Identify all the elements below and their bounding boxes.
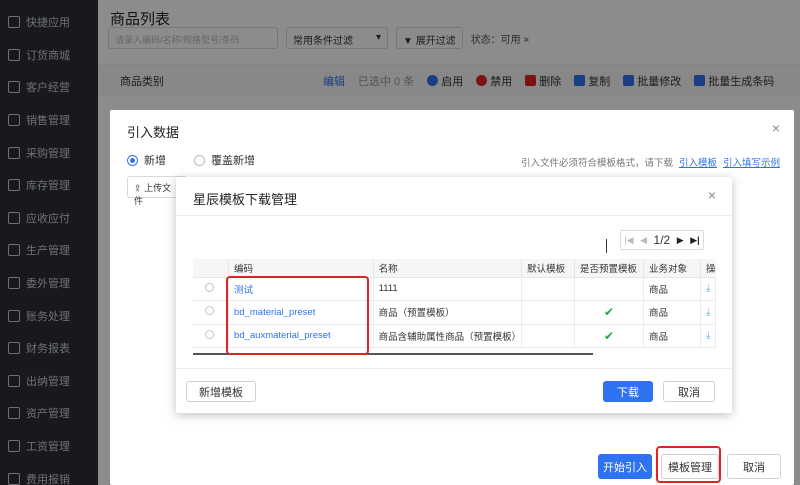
highlight-code-column bbox=[226, 276, 369, 355]
template-name: 1111 bbox=[373, 277, 523, 301]
preset-cell bbox=[574, 277, 645, 301]
template-link[interactable]: 引入模板 bbox=[679, 158, 717, 169]
table-header: 编码 名称 默认模板 是否预置模板 业务对象 操 bbox=[193, 259, 716, 278]
pagination: |◀ ◀ 1/2 ▶ ▶| bbox=[620, 230, 704, 250]
text-cursor bbox=[606, 239, 607, 253]
highlight-template-manage bbox=[656, 446, 721, 483]
business-object: 商品 bbox=[643, 277, 701, 301]
download-icon[interactable]: ⤓ bbox=[706, 307, 710, 318]
import-hint: 引入文件必须符合模板格式，请下载 引入模板 引入填写示例 bbox=[521, 155, 780, 169]
default-flag bbox=[521, 324, 575, 348]
radio-new-label: 新增 bbox=[144, 155, 166, 167]
table-cell bbox=[193, 324, 230, 348]
download-icon[interactable]: ⤓ bbox=[706, 330, 710, 341]
column-header: 操 bbox=[700, 259, 716, 278]
page-indicator: 1/2 bbox=[653, 233, 671, 247]
import-mode-radios: 新增 覆盖新增 bbox=[127, 152, 255, 168]
example-link[interactable]: 引入填写示例 bbox=[723, 158, 780, 169]
next-page-icon[interactable]: ▶ bbox=[677, 235, 684, 246]
template-name: 商品含辅助属性商品（预置模板） bbox=[373, 324, 523, 348]
default-flag bbox=[521, 300, 575, 325]
business-object: 商品 bbox=[643, 300, 701, 325]
radio-new[interactable] bbox=[127, 154, 138, 166]
select-column-header bbox=[193, 259, 230, 278]
import-hint-text: 引入文件必须符合模板格式，请下载 bbox=[520, 158, 673, 169]
template-name: 商品（预置模板） bbox=[373, 300, 523, 325]
upload-icon: ⇪ bbox=[134, 183, 142, 193]
start-import-button[interactable]: 开始引入 bbox=[598, 454, 652, 479]
table-cell: ⤓ bbox=[700, 277, 717, 301]
download-icon[interactable]: ⤓ bbox=[706, 283, 710, 294]
column-header: 默认模板 bbox=[521, 259, 575, 278]
first-page-icon[interactable]: |◀ bbox=[624, 235, 633, 246]
new-template-button[interactable]: 新增模板 bbox=[186, 381, 256, 402]
business-object: 商品 bbox=[643, 324, 701, 348]
check-icon: ✔ bbox=[603, 328, 615, 343]
template-cancel-button[interactable]: 取消 bbox=[663, 381, 715, 402]
radio-overwrite-label: 覆盖新增 bbox=[211, 155, 255, 167]
preset-cell: ✔ bbox=[574, 300, 645, 325]
table-cell: ⤓ bbox=[700, 324, 717, 348]
prev-page-icon[interactable]: ◀ bbox=[640, 235, 647, 246]
row-radio[interactable] bbox=[205, 329, 214, 339]
close-icon[interactable]: × bbox=[708, 187, 716, 203]
template-dialog-title: 星辰模板下载管理 bbox=[193, 192, 298, 207]
row-radio[interactable] bbox=[205, 306, 214, 316]
column-header: 业务对象 bbox=[643, 259, 701, 278]
default-flag bbox=[521, 277, 575, 301]
divider bbox=[176, 368, 732, 369]
import-dialog-title: 引入数据 bbox=[127, 125, 180, 140]
last-page-icon[interactable]: ▶| bbox=[690, 235, 699, 246]
divider bbox=[176, 215, 732, 216]
download-button[interactable]: 下载 bbox=[603, 381, 653, 402]
close-icon[interactable]: × bbox=[772, 120, 780, 136]
radio-overwrite[interactable] bbox=[194, 154, 205, 166]
preset-cell: ✔ bbox=[574, 324, 645, 348]
table-cell bbox=[193, 300, 230, 325]
column-header: 是否预置模板 bbox=[574, 259, 645, 278]
table-cell: ⤓ bbox=[700, 300, 717, 325]
column-header: 编码 bbox=[228, 259, 374, 278]
table-cell bbox=[193, 277, 230, 301]
check-icon: ✔ bbox=[603, 305, 615, 320]
row-radio[interactable] bbox=[205, 282, 214, 292]
import-cancel-button[interactable]: 取消 bbox=[727, 454, 781, 479]
column-header: 名称 bbox=[373, 259, 523, 278]
